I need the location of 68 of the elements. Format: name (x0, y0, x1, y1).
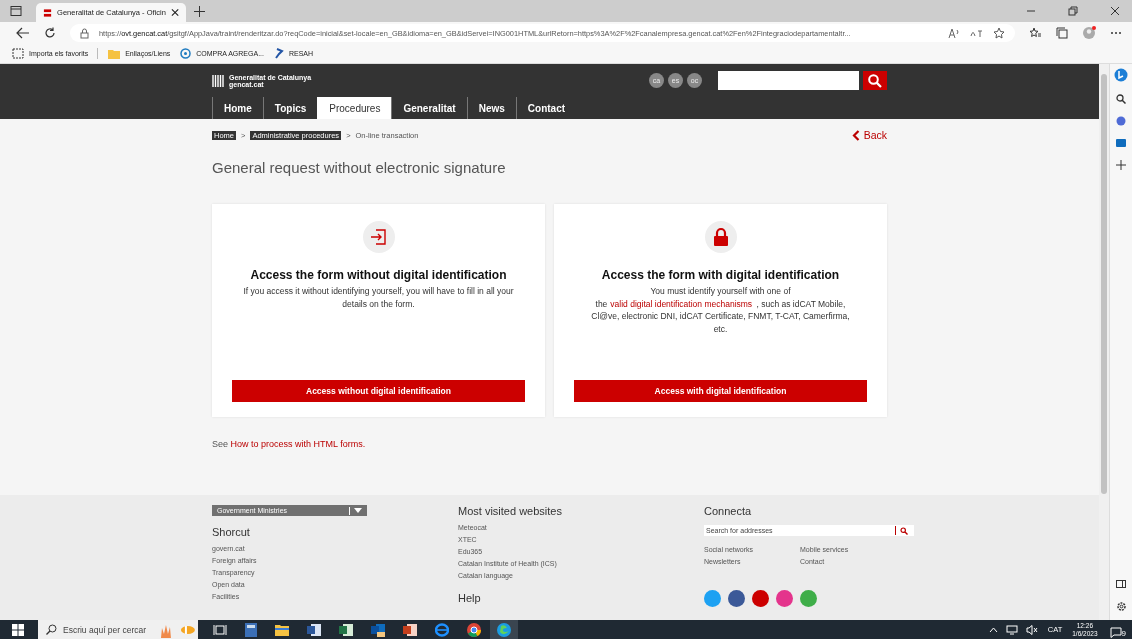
section-heading: Shorcut (212, 526, 251, 538)
lock-icon (703, 220, 738, 254)
nav-tab[interactable]: Contact (515, 97, 577, 119)
new-tab-icon[interactable] (194, 5, 205, 17)
chevron-up-icon[interactable] (988, 626, 998, 633)
target-icon (180, 48, 192, 59)
section-heading: Most visited websites (458, 505, 563, 517)
powerpoint-icon[interactable] (403, 623, 417, 636)
refresh-icon[interactable] (44, 27, 56, 39)
sign-in-icon (361, 220, 396, 254)
file-explorer-icon[interactable] (275, 623, 289, 636)
nav-tab[interactable]: Generalitat (391, 97, 467, 119)
pin-icon (273, 48, 284, 59)
mechanisms-link[interactable]: valid digital identification mechanisms (610, 298, 753, 309)
collections-icon[interactable] (1056, 27, 1068, 39)
start-icon[interactable] (12, 623, 24, 636)
logo-icon (212, 73, 225, 88)
nav-tab[interactable]: Home (212, 97, 263, 119)
back-link[interactable]: Back (851, 129, 887, 141)
section-heading: Help (458, 592, 482, 604)
calculator-icon[interactable] (245, 622, 257, 637)
profile-avatar-icon[interactable] (1082, 26, 1096, 40)
card-description: If you access it without identifying yourself, you will have to fill in all your details on the form. (242, 285, 515, 310)
import-icon (12, 48, 24, 59)
chevron-left-icon (851, 129, 860, 141)
access-button[interactable]: Access with digital identification (574, 380, 867, 402)
back-arrow-icon[interactable] (16, 27, 30, 39)
nav-tab[interactable]: Procedures (317, 97, 392, 119)
notifications-button[interactable]: 9 (1109, 621, 1126, 638)
gencat-icon (43, 7, 53, 18)
page-title: General request without electronic signature (212, 159, 507, 176)
search-icon[interactable] (900, 526, 908, 535)
social-icon[interactable] (728, 590, 745, 607)
settings-icon[interactable] (1115, 601, 1127, 612)
network-icon[interactable] (1005, 624, 1018, 635)
excel-icon[interactable] (339, 623, 353, 636)
sidebar-icon[interactable] (1116, 579, 1126, 589)
see-label: See (212, 439, 228, 449)
card-description: You must identify yourself with one of the valid digital identification mechanisms , such as idCAT Mobile, Cl@ve, electronic DNI, idCAT Certificate, FNMT, T-CAT, Camerfirma, etc. (590, 285, 851, 335)
tab-actions-icon[interactable] (10, 5, 22, 17)
search-icon[interactable] (1116, 94, 1126, 104)
taskbar-search-field[interactable]: Escriu aquí per cercar (38, 620, 198, 639)
read-aloud-icon[interactable] (948, 27, 960, 39)
add-icon[interactable] (1116, 160, 1126, 170)
html-forms-link[interactable]: How to process with HTML forms. (230, 439, 366, 449)
nav-tab[interactable]: News (466, 97, 516, 119)
close-icon[interactable] (170, 8, 179, 17)
social-icon[interactable] (752, 590, 769, 607)
more-icon[interactable] (1110, 31, 1122, 35)
chrome-icon[interactable] (467, 622, 481, 637)
search-field[interactable] (718, 71, 859, 90)
section-heading: Connecta (704, 505, 753, 517)
access-button[interactable]: Access without digital identification (232, 380, 525, 402)
social-icon[interactable] (776, 590, 793, 607)
task-view-icon[interactable] (213, 623, 227, 636)
close-icon[interactable] (1110, 6, 1120, 16)
favorites-icon[interactable] (1029, 27, 1042, 39)
word-icon[interactable] (307, 623, 321, 636)
lock-icon (80, 27, 89, 39)
favorite-star-icon[interactable] (993, 27, 1005, 39)
card-heading: Access the form with digital identification (601, 268, 840, 282)
card-heading: Access the form without digital identification (250, 268, 507, 282)
restore-icon[interactable] (1068, 6, 1078, 16)
caret-icon (354, 508, 362, 513)
search-button[interactable] (863, 71, 887, 90)
search-icon (46, 624, 57, 635)
muted-speaker-icon[interactable] (1025, 624, 1038, 635)
folder-icon (108, 48, 121, 59)
